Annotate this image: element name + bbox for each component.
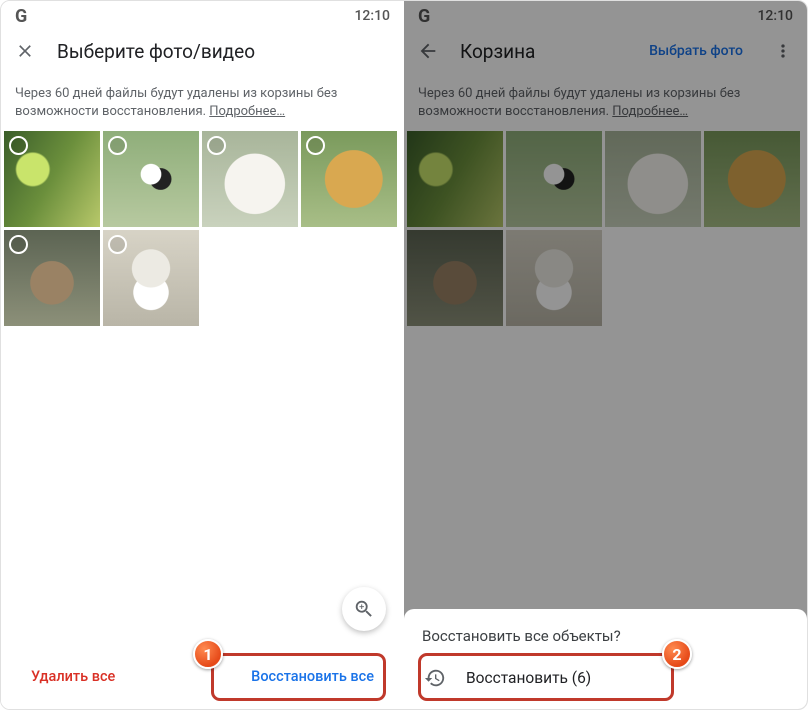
learn-more-link[interactable]: Подробнее… — [209, 104, 285, 119]
screen-trash: G 12:10 Корзина Выбрать фото Через 60 дн… — [404, 1, 807, 709]
restore-icon — [424, 667, 446, 689]
photo-thumb[interactable] — [4, 131, 100, 227]
restore-action[interactable]: Восстановить (6) — [404, 655, 807, 701]
restore-all-button[interactable]: Восстановить все — [239, 658, 386, 695]
photo-thumb[interactable] — [202, 131, 298, 227]
restore-action-label: Восстановить (6) — [466, 669, 591, 687]
step-badge: 1 — [193, 639, 223, 669]
status-bar: G 12:10 — [1, 1, 404, 27]
modal-scrim[interactable] — [404, 1, 807, 709]
delete-all-button[interactable]: Удалить все — [19, 658, 127, 695]
photo-thumb[interactable] — [103, 230, 199, 326]
photo-thumb[interactable] — [4, 230, 100, 326]
select-circle-icon[interactable] — [108, 136, 127, 155]
g-logo: G — [15, 6, 27, 27]
banner-text: Через 60 дней файлы будут удалены из кор… — [15, 86, 337, 119]
step-badge: 2 — [662, 639, 692, 669]
screen-select: G 12:10 Выберите фото/видео Через 60 дне… — [1, 1, 404, 709]
screen-title: Выберите фото/видео — [57, 40, 392, 63]
photo-thumb[interactable] — [301, 131, 397, 227]
info-banner: Через 60 дней файлы будут удалены из кор… — [1, 75, 404, 128]
select-circle-icon[interactable] — [108, 235, 127, 254]
select-circle-icon[interactable] — [9, 136, 28, 155]
select-circle-icon[interactable] — [306, 136, 325, 155]
clock: 12:10 — [354, 8, 390, 24]
photo-thumb[interactable] — [103, 131, 199, 227]
close-icon[interactable] — [13, 39, 37, 63]
zoom-fab[interactable] — [342, 587, 386, 631]
select-circle-icon[interactable] — [207, 136, 226, 155]
photo-grid — [1, 128, 404, 329]
bottom-sheet: Восстановить все объекты? Восстановить (… — [404, 609, 807, 709]
app-bar: Выберите фото/видео — [1, 27, 404, 75]
sheet-title: Восстановить все объекты? — [404, 619, 807, 655]
select-circle-icon[interactable] — [9, 235, 28, 254]
